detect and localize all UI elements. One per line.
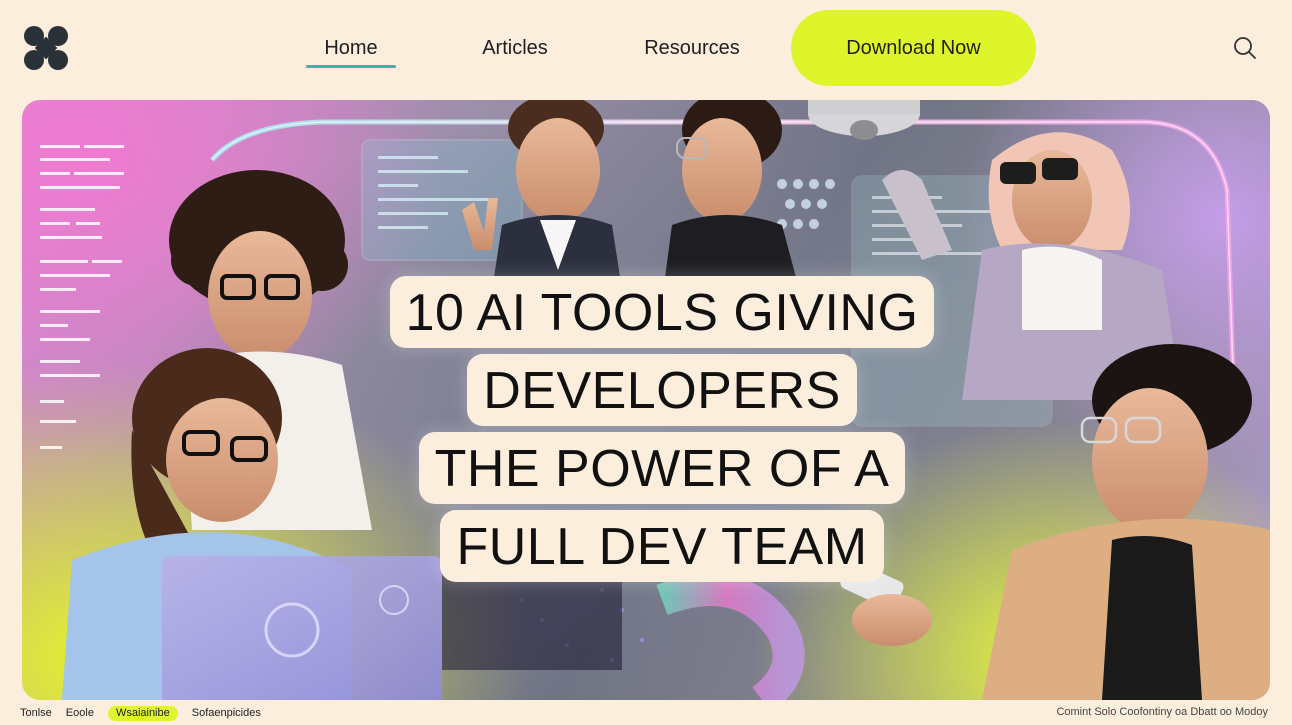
site-header: Home Articles Resources Download Now xyxy=(0,0,1292,96)
logo-icon[interactable] xyxy=(22,24,70,72)
headline-line-2: DEVELOPERS xyxy=(467,354,857,426)
headline-line-3: THE POWER OF A xyxy=(418,432,906,504)
footer-link-3[interactable]: Sofaenpicides xyxy=(192,707,261,719)
nav-articles-link[interactable]: Articles xyxy=(465,34,565,64)
footer-link-2[interactable]: Eoole xyxy=(66,707,94,719)
footer-link-1[interactable]: Tonlse xyxy=(20,707,52,719)
footer-copyright: Comint Solo Coofontiny oa Dbatt oo Modoy xyxy=(1056,706,1268,718)
nav-resources-link[interactable]: Resources xyxy=(630,34,754,64)
hero-headline: 10 AI TOOLS GIVING DEVELOPERS THE POWER … xyxy=(322,276,1002,582)
nav-home-link[interactable]: Home xyxy=(306,34,396,68)
headline-line-1: 10 AI TOOLS GIVING xyxy=(389,276,935,348)
search-icon[interactable] xyxy=(1230,33,1260,63)
hero-banner: 10 AI TOOLS GIVING DEVELOPERS THE POWER … xyxy=(22,100,1270,700)
footer-links: Tonlse Eoole Wsaiainibe Sofaenpicides xyxy=(20,705,261,721)
download-now-button[interactable]: Download Now xyxy=(791,10,1036,86)
footer-tag-pill[interactable]: Wsaiainibe xyxy=(107,705,178,721)
headline-line-4: FULL DEV TEAM xyxy=(440,510,884,582)
person-turtleneck xyxy=(662,100,802,300)
